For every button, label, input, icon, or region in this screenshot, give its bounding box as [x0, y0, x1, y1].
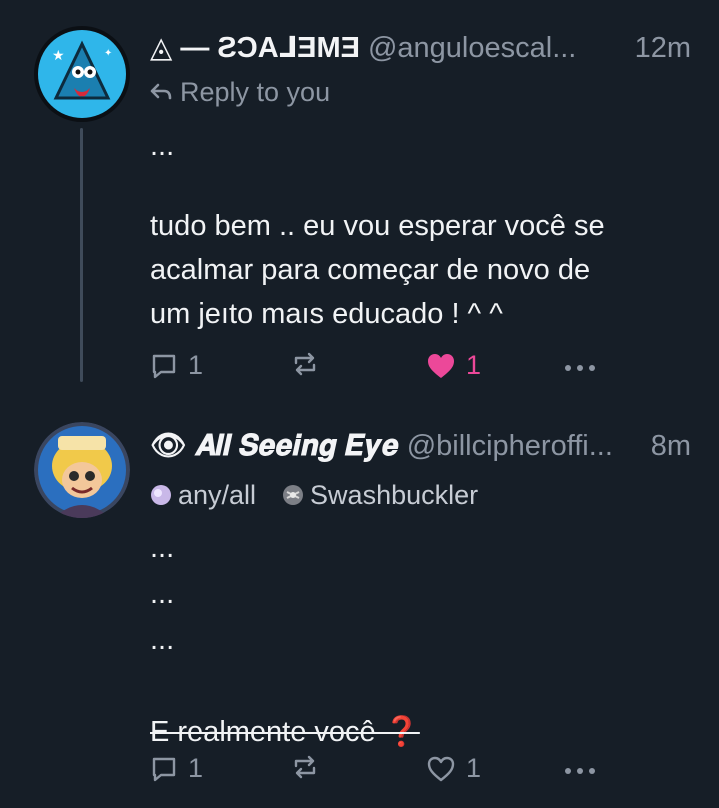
more-icon [565, 365, 595, 371]
timestamp[interactable]: 8m [651, 428, 691, 464]
svg-text:★: ★ [52, 48, 65, 64]
reply-count: 1 [188, 753, 204, 783]
avatar[interactable]: ★ ✦ [34, 26, 130, 122]
avatar[interactable] [34, 422, 130, 518]
body-line: ... [150, 624, 175, 656]
body-line: E realmente você ❓ [150, 716, 420, 748]
profile-labels: any/all Swashbuckler [150, 478, 478, 512]
display-name[interactable]: 👁 𝑨𝒍𝒍 𝑺𝒆𝒆𝒊𝒏𝒈 𝑬𝒚𝒆 [150, 428, 399, 464]
repost-icon [294, 755, 316, 779]
label-swashbuckler[interactable]: Swashbuckler [282, 480, 478, 511]
post-actions: 1 1 [150, 350, 600, 386]
comment-icon [152, 757, 176, 781]
reply-indicator[interactable]: Reply to you [150, 74, 330, 110]
post-header: ◬ — ƧƆA⅃ƎMƎ @anguloescal... 12m [150, 30, 691, 66]
more-icon [565, 768, 595, 774]
repost-icon [294, 352, 316, 376]
body-line: ... [150, 130, 175, 162]
like-count: 1 [466, 753, 482, 783]
reply-to-text: Reply to you [180, 76, 331, 107]
display-name[interactable]: ◬ — ƧƆA⅃ƎMƎ [150, 30, 360, 66]
body-line [150, 666, 700, 712]
body-line: acalmar para começar de novo de [150, 254, 591, 286]
like-count: 1 [466, 350, 482, 380]
thread-line [80, 128, 83, 382]
more-button[interactable] [563, 761, 597, 781]
timestamp[interactable]: 12m [635, 30, 691, 66]
repost-button[interactable] [290, 753, 320, 781]
post-actions: 1 1 [150, 753, 600, 789]
reply-arrow-icon [150, 83, 172, 100]
body-line: ... [150, 532, 175, 564]
comment-icon [152, 354, 176, 378]
like-button[interactable]: 1 [426, 753, 481, 784]
body-line: tudo bem .. eu vou esperar você se [150, 210, 605, 242]
post-header: 👁 𝑨𝒍𝒍 𝑺𝒆𝒆𝒊𝒏𝒈 𝑬𝒚𝒆 @billcipheroffi... 8m [150, 428, 691, 464]
repost-button[interactable] [290, 350, 320, 378]
label-any-all[interactable]: any/all [150, 480, 256, 511]
any-all-icon [151, 485, 171, 505]
svg-text:✦: ✦ [104, 48, 112, 59]
swashbuckler-icon [283, 485, 304, 505]
post-body: ... tudo bem .. eu vou esperar você se a… [150, 126, 700, 338]
post-body: ... ... ... E realmente você ❓ [150, 528, 700, 756]
body-line [150, 166, 700, 206]
reply-count: 1 [188, 350, 204, 380]
post-2[interactable]: 👁 𝑨𝒍𝒍 𝑺𝒆𝒆𝒊𝒏𝒈 𝑬𝒚𝒆 @billcipheroffi... 8m a… [0, 410, 719, 808]
reply-button[interactable]: 1 [150, 350, 203, 381]
body-line: um jeıto maıs educado ! ^ ^ [150, 298, 503, 330]
heart-filled-icon [428, 353, 454, 378]
label-text: any/all [178, 479, 257, 510]
handle[interactable]: @billcipheroffi... [407, 428, 643, 464]
label-text: Swashbuckler [310, 479, 479, 510]
more-button[interactable] [563, 358, 597, 378]
body-line: ... [150, 578, 175, 610]
post-1[interactable]: ★ ✦ ◬ — ƧƆA⅃ƎMƎ @anguloescal... 12m Repl… [0, 0, 719, 410]
reply-button[interactable]: 1 [150, 753, 203, 784]
heart-outline-icon [427, 756, 455, 781]
handle[interactable]: @anguloescal... [368, 30, 627, 66]
like-button[interactable]: 1 [426, 350, 481, 381]
